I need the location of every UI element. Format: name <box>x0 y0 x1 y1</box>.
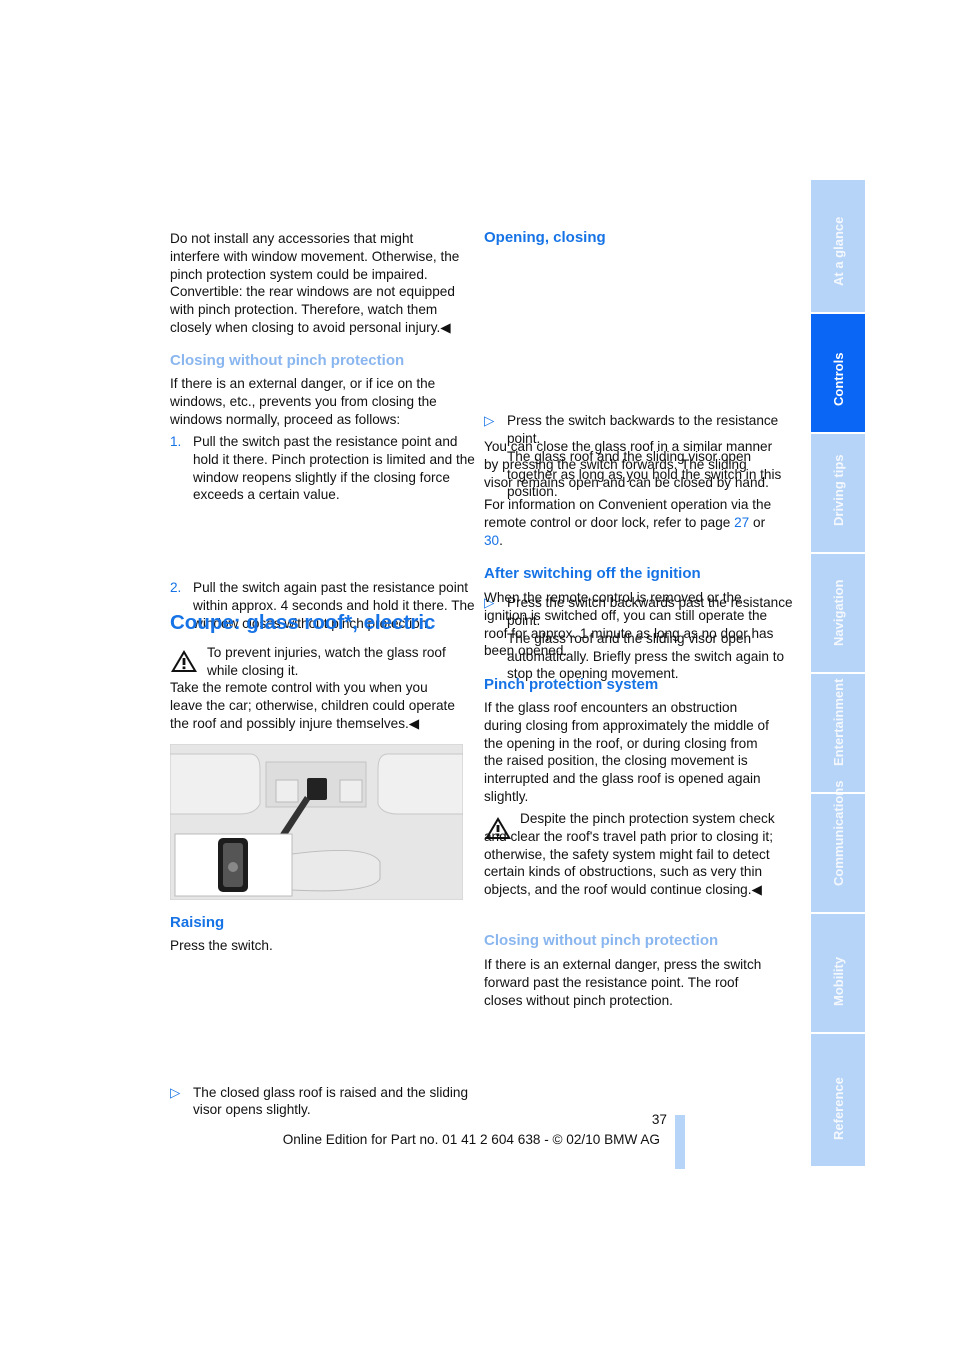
pinch-protection-heading: Pinch protection system <box>484 676 659 693</box>
after-ignition-heading: After switching off the ignition <box>484 565 701 582</box>
tab-label: Mobility <box>831 957 846 1007</box>
pinch-protection-paragraph: If the glass roof encounters an obstruct… <box>484 700 769 804</box>
raising-paragraph: Press the switch. <box>170 938 273 953</box>
raising-heading: Raising <box>170 914 225 931</box>
after-ignition-paragraph: When the remote control is removed or th… <box>484 590 774 659</box>
intro-paragraph: Do not install any accessories that migh… <box>170 231 460 335</box>
closing-right-paragraph: If there is an external danger, press th… <box>484 957 762 1008</box>
tab-communications[interactable]: Communications <box>811 781 865 912</box>
step-text: Pull the switch past the resistance poin… <box>193 434 475 503</box>
edition-footer: Online Edition for Part no. 01 41 2 604 … <box>282 1132 660 1147</box>
tab-label: Navigation <box>831 579 846 647</box>
tab-label: Reference <box>831 1077 846 1141</box>
tab-label: Entertainment <box>831 678 846 767</box>
section-title: Coupe: glass roof*, electric <box>170 611 436 634</box>
page-marker-bar <box>675 1115 685 1169</box>
closing-without-pinch-heading: Closing without pinch protection <box>170 352 405 369</box>
page-number: 37 <box>651 1112 667 1127</box>
step-1: 1. Pull the switch past the resistance p… <box>170 433 485 504</box>
tab-mobility[interactable]: Mobility <box>811 914 865 1032</box>
tab-label: Controls <box>831 352 846 407</box>
page-link-27[interactable]: 27 <box>734 515 749 530</box>
tab-navigation[interactable]: Navigation <box>811 554 865 672</box>
tab-driving-tips[interactable]: Driving tips <box>811 434 865 552</box>
tab-label: At a glance <box>831 216 846 287</box>
tab-at-a-glance[interactable]: At a glance <box>811 180 865 312</box>
closing-without-pinch-heading-right: Closing without pinch protection <box>484 932 719 949</box>
tab-label: Communications <box>831 780 846 887</box>
info-paragraph: For information on Convenient operation … <box>484 496 776 549</box>
warning-continuation: Take the remote control with you when yo… <box>170 680 455 731</box>
page-link-30[interactable]: 30 <box>484 533 499 548</box>
tab-controls[interactable]: Controls <box>811 314 865 432</box>
step-number: 2. <box>170 580 182 596</box>
glass-roof-switch-illustration <box>170 744 463 900</box>
close-similar-paragraph: You can close the glass roof in a simila… <box>484 439 773 490</box>
step-number: 1. <box>170 434 182 449</box>
bullet-text: The closed glass roof is raised and the … <box>193 1084 469 1118</box>
raising-bullet: ▷ The closed glass roof is raised and th… <box>170 1084 485 1120</box>
triangle-bullet-icon: ▷ <box>170 1084 181 1100</box>
info-text: For information on Convenient operation … <box>484 497 772 530</box>
info-text: . <box>499 532 503 548</box>
manual-page: Do not install any accessories that migh… <box>0 0 954 1350</box>
warning-text: To prevent injuries, watch the glass roo… <box>207 645 446 678</box>
tab-reference[interactable]: Reference <box>811 1034 865 1166</box>
triangle-bullet-icon: ▷ <box>484 413 495 429</box>
tab-entertainment[interactable]: Entertainment <box>811 674 865 792</box>
opening-closing-heading: Opening, closing <box>484 229 606 246</box>
tab-label: Driving tips <box>831 454 846 527</box>
warning-icon <box>170 648 198 674</box>
closing-paragraph: If there is an external danger, or if ic… <box>170 376 437 427</box>
info-text: or <box>749 514 766 530</box>
pinch-warning-text: Despite the pinch protection system chec… <box>484 811 775 898</box>
